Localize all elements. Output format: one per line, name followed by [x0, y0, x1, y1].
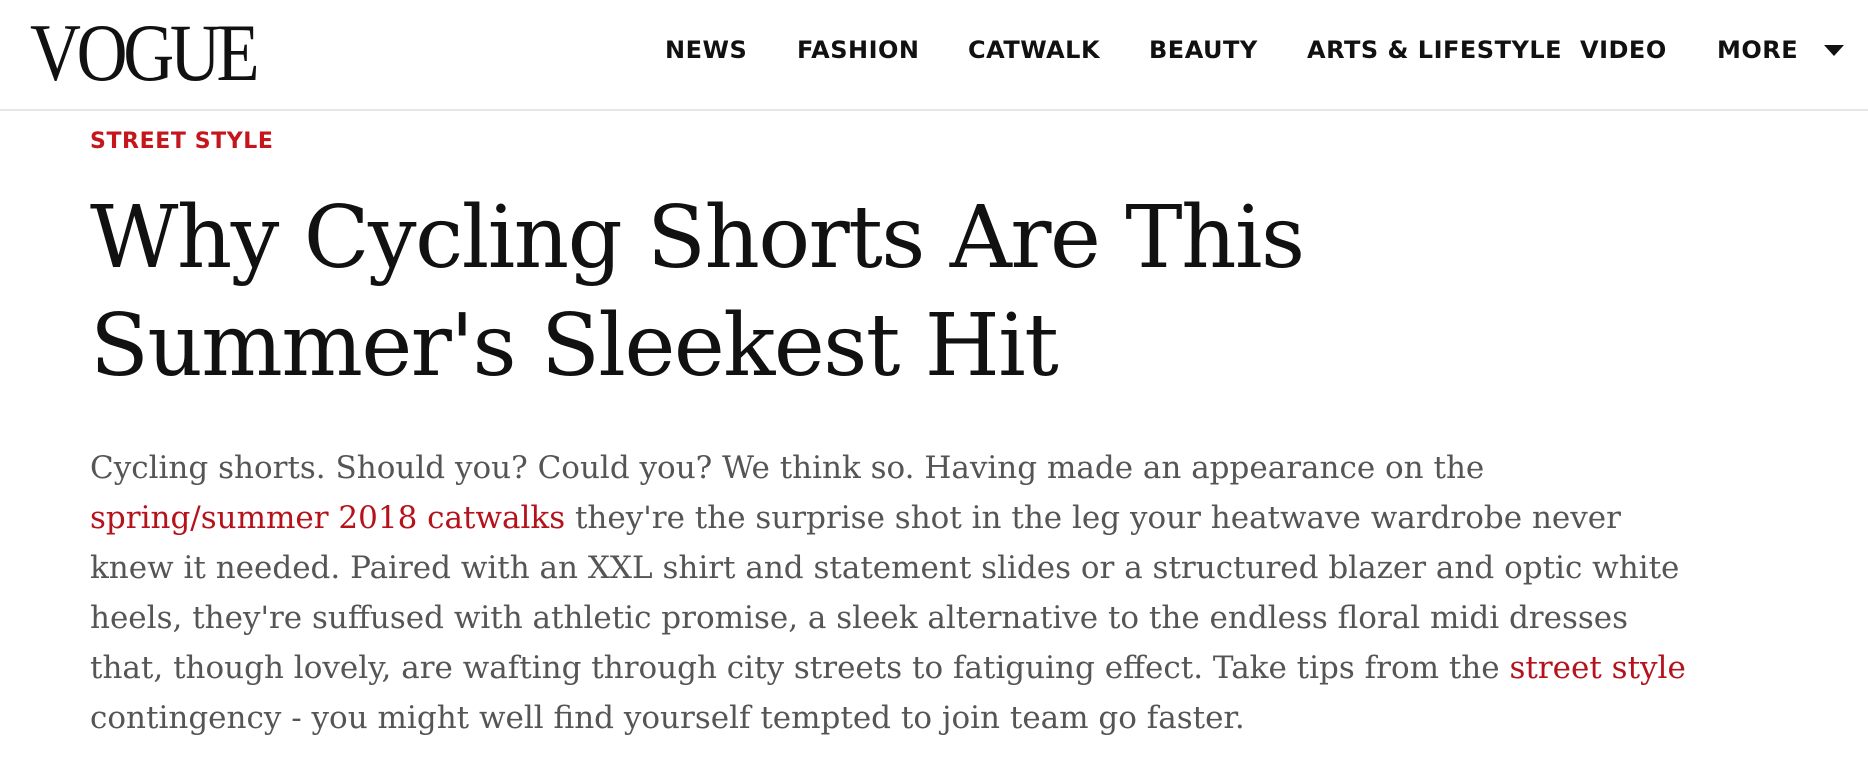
link-street-style[interactable]: street style — [1509, 650, 1685, 686]
chevron-down-icon — [1824, 44, 1845, 56]
intro-text-1: Cycling shorts. Should you? Could you? W… — [90, 450, 1485, 486]
nav-item-catwalk[interactable]: CATWALK — [968, 36, 1100, 64]
site-header: VOGUE NEWS FASHION CATWALK BEAUTY ARTS &… — [0, 0, 1868, 111]
nav-item-arts-lifestyle[interactable]: ARTS & LIFESTYLE — [1307, 36, 1562, 64]
nav-item-fashion[interactable]: FASHION — [797, 36, 920, 64]
link-spring-summer-catwalks[interactable]: spring/summer 2018 catwalks — [90, 500, 565, 536]
headline-line-1: Why Cycling Shorts Are This — [90, 188, 1305, 288]
section-kicker[interactable]: STREET STYLE — [90, 129, 274, 155]
nav-item-beauty[interactable]: BEAUTY — [1149, 36, 1258, 64]
intro-text-3: contingency - you might well find yourse… — [90, 700, 1245, 736]
nav-item-more[interactable]: MORE — [1717, 36, 1845, 64]
article-intro: Cycling shorts. Should you? Could you? W… — [90, 443, 1690, 743]
headline-line-2: Summer's Sleekest Hit — [90, 296, 1059, 396]
nav-more-label: MORE — [1717, 36, 1799, 64]
nav-item-news[interactable]: NEWS — [665, 36, 747, 64]
article-headline: Why Cycling Shorts Are This Summer's Slee… — [90, 184, 1470, 400]
main-nav: NEWS FASHION CATWALK BEAUTY ARTS & LIFES… — [0, 36, 1868, 64]
nav-item-video[interactable]: VIDEO — [1580, 36, 1667, 64]
